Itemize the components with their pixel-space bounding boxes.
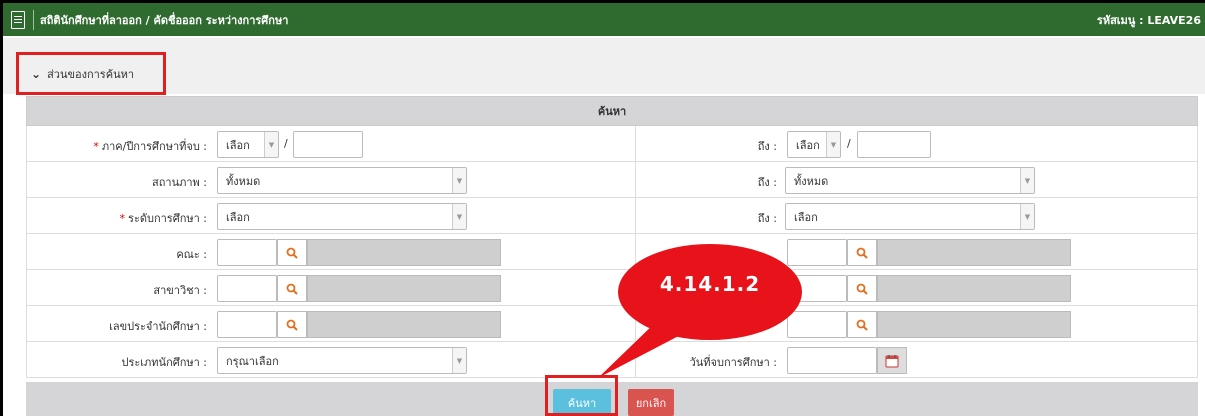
status-to-select[interactable]: ทั้งหมด ▼ [785,167,1035,194]
faculty-code-input[interactable] [217,239,277,266]
dropdown-arrow-icon: ▼ [1020,204,1034,229]
form-row-status: สถานภาพ : ทั้งหมด ▼ ถึง : ทั้งหมด ▼ [26,162,1198,198]
form-row-semester: * ภาค/ปีการศึกษาที่จบ : เลือก ▼ / ถึง : เ… [26,126,1198,162]
semester-select[interactable]: เลือก ▼ [217,131,279,158]
semester-to-select[interactable]: เลือก ▼ [787,131,841,158]
faculty-to-search-button[interactable] [847,239,877,266]
student-id-search-button[interactable] [277,311,307,338]
student-id-input[interactable] [217,311,277,338]
student-id-to-search-button[interactable] [847,311,877,338]
student-type-label: ประเภทนักศึกษา : [121,356,207,369]
chevron-down-icon: ⌄ [31,66,42,81]
form-row-student-id: เลขประจำนักศึกษา : [26,306,1198,342]
major-code-input[interactable] [217,275,277,302]
form-row-major: สาขาวิชา : [26,270,1198,306]
semester-label: * ภาค/ปีการศึกษาที่จบ : [93,140,207,153]
cancel-button[interactable]: ยกเลิก [628,389,674,416]
faculty-to-name-field [877,239,1071,266]
graduation-date-label: วันที่จบการศึกษา : [689,356,777,369]
major-to-name-field [877,275,1071,302]
dropdown-arrow-icon: ▼ [1020,168,1034,193]
semester-slash: / [284,137,288,150]
search-icon [286,319,298,331]
page-title: สถิตินักศึกษาที่ลาออก / คัดชื่อออก ระหว่… [40,13,289,27]
major-label: สาขาวิชา : [153,284,207,297]
menu-code: รหัสเมนู : LEAVE26 [1096,13,1201,27]
title-divider [33,9,34,30]
document-icon [11,10,25,29]
form-row-student-type: ประเภทนักศึกษา : กรุณาเลือก ▼ วันที่จบกา… [26,342,1198,378]
status-to-label: ถึง : [757,176,777,189]
year-to-input[interactable] [857,131,931,158]
student-name-field [307,311,501,338]
dropdown-arrow-icon: ▼ [826,132,840,157]
student-id-to-input[interactable] [787,311,847,338]
title-bar: สถิตินักศึกษาที่ลาออก / คัดชื่อออก ระหว่… [3,3,1205,36]
major-to-code-input[interactable] [787,275,847,302]
student-to-name-field [877,311,1071,338]
major-to-search-button[interactable] [847,275,877,302]
status-select[interactable]: ทั้งหมด ▼ [217,167,467,194]
student-type-select[interactable]: กรุณาเลือก ▼ [217,347,467,374]
search-button-highlight [545,375,618,416]
status-label: สถานภาพ : [152,176,207,189]
year-input[interactable] [293,131,363,158]
search-icon [856,247,868,259]
faculty-name-field [307,239,501,266]
dropdown-arrow-icon: ▼ [452,348,466,373]
level-to-label: ถึง : [757,212,777,225]
search-section-label: ส่วนของการค้นหา [47,67,135,81]
callout-label: 4.14.1.2 [659,272,761,296]
level-to-select[interactable]: เลือก ▼ [785,203,1035,230]
form-row-level: * ระดับการศึกษา : เลือก ▼ ถึง : เลือก ▼ [26,198,1198,234]
calendar-icon [885,354,899,367]
search-section-bar [3,38,1205,94]
search-icon [286,283,298,295]
calendar-button[interactable] [877,347,907,374]
level-label: * ระดับการศึกษา : [119,212,207,225]
dropdown-arrow-icon: ▼ [452,168,466,193]
faculty-label: คณะ : [176,248,207,261]
faculty-search-button[interactable] [277,239,307,266]
search-icon [286,247,298,259]
search-section-toggle[interactable]: ⌄ ส่วนของการค้นหา [16,52,166,95]
form-row-faculty: คณะ : [26,234,1198,270]
search-icon [856,283,868,295]
semester-to-label: ถึง : [757,140,777,153]
level-select[interactable]: เลือก ▼ [217,203,467,230]
search-panel-header: ค้นหา [26,96,1198,126]
major-search-button[interactable] [277,275,307,302]
student-id-label: เลขประจำนักศึกษา : [109,320,207,333]
dropdown-arrow-icon: ▼ [452,204,466,229]
semester-to-slash: / [847,137,851,150]
graduation-date-input[interactable] [787,347,877,374]
search-panel: ค้นหา * ภาค/ปีการศึกษาที่จบ : เลือก ▼ / ถ… [26,96,1198,378]
dropdown-arrow-icon: ▼ [264,132,278,157]
search-icon [856,319,868,331]
major-name-field [307,275,501,302]
faculty-to-code-input[interactable] [787,239,847,266]
